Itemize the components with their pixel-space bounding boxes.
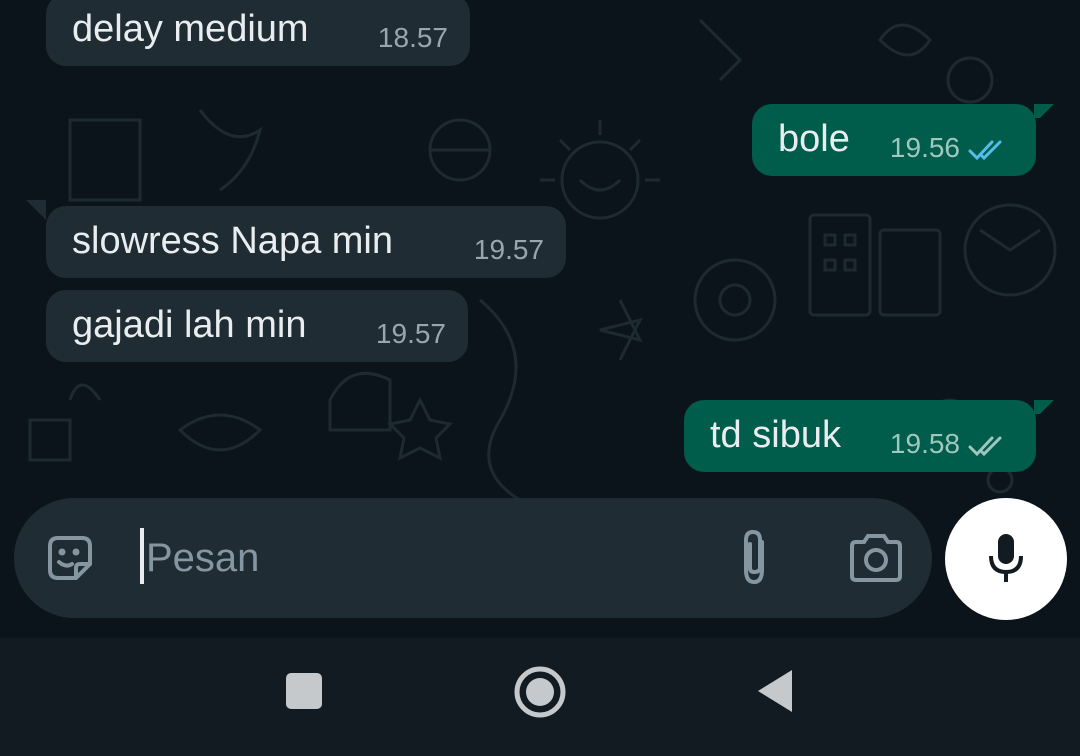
message-time: 18.57 (377, 22, 448, 53)
message-composer[interactable]: Pesan (14, 498, 932, 618)
message-text: delay medium (72, 8, 309, 50)
message-bubble-outgoing[interactable]: td sibuk 19.58 (684, 400, 1036, 472)
system-navigation-bar (0, 638, 1080, 756)
message-text: slowress Napa min (72, 220, 393, 262)
message-text: gajadi lah min (72, 304, 307, 346)
message-input[interactable]: Pesan (146, 536, 259, 581)
home-button[interactable] (512, 664, 568, 720)
message-bubble-outgoing[interactable]: bole 19.56 (752, 104, 1036, 176)
message-time: 19.58 (889, 428, 960, 459)
double-check-delivered-icon (968, 436, 1002, 457)
bubble-tail (26, 200, 46, 220)
mic-button[interactable] (945, 498, 1067, 620)
recents-button[interactable] (284, 671, 324, 711)
message-text: td sibuk (710, 414, 841, 456)
attach-icon[interactable] (732, 528, 776, 588)
bubble-tail (1034, 400, 1054, 414)
back-button[interactable] (754, 668, 796, 714)
camera-icon[interactable] (848, 532, 904, 584)
message-text: bole (778, 118, 850, 160)
sticker-icon[interactable] (42, 530, 98, 586)
mic-icon (989, 534, 1023, 582)
message-time: 19.57 (375, 318, 446, 349)
text-caret (140, 528, 144, 584)
message-time: 19.56 (889, 132, 960, 163)
message-bubble-incoming[interactable]: delay medium 18.57 (46, 0, 470, 66)
double-check-read-icon (968, 140, 1002, 161)
bubble-tail (1034, 104, 1054, 118)
message-time: 19.57 (473, 234, 544, 265)
message-bubble-incoming[interactable]: slowress Napa min 19.57 (46, 206, 566, 278)
message-bubble-incoming[interactable]: gajadi lah min 19.57 (46, 290, 468, 362)
